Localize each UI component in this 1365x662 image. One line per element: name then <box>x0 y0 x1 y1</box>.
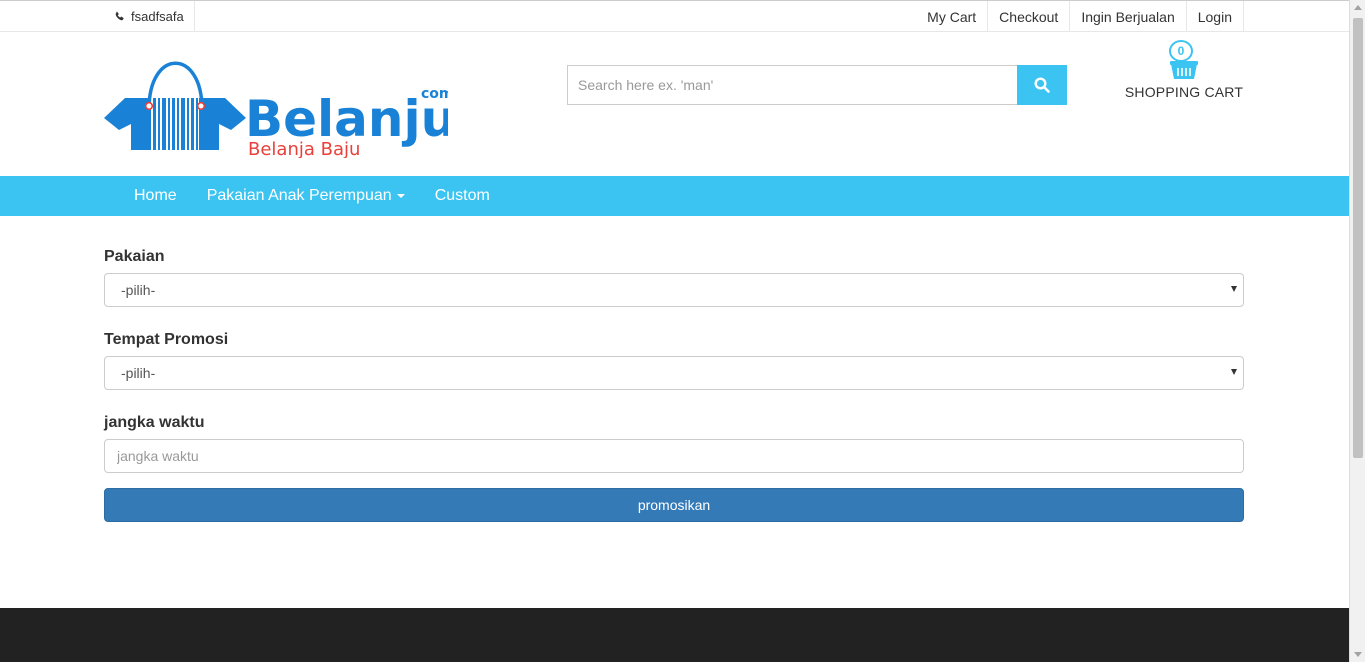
my-cart-link[interactable]: My Cart <box>916 1 987 32</box>
nav-item-custom[interactable]: Custom <box>420 176 505 216</box>
svg-text:com: com <box>421 86 448 102</box>
nav-home-label: Home <box>134 187 177 204</box>
vertical-scrollbar[interactable] <box>1349 0 1365 662</box>
pakaian-group: Pakaian -pilih- <box>104 246 1244 307</box>
cart-icon-wrap: 0 <box>1167 40 1201 82</box>
top-bar: fsadfsafa My Cart Checkout Ingin Berjual… <box>0 0 1349 32</box>
dropdown-arrow-icon <box>1231 369 1237 375</box>
jangka-waktu-input[interactable] <box>104 439 1244 473</box>
search-input[interactable] <box>567 65 1017 105</box>
dropdown-arrow-icon <box>1231 286 1237 292</box>
svg-text:Belanja Baju: Belanja Baju <box>248 139 360 158</box>
cart-count-badge: 0 <box>1169 40 1193 62</box>
scroll-down-arrow-icon[interactable] <box>1354 652 1362 657</box>
phone-icon <box>115 11 124 21</box>
nav-pakaian-label: Pakaian Anak Perempuan <box>206 187 392 204</box>
ingin-berjualan-link[interactable]: Ingin Berjualan <box>1069 1 1185 32</box>
phone-contact: fsadfsafa <box>104 1 195 32</box>
tempat-selected-value: -pilih- <box>121 365 156 381</box>
caret-down-icon <box>396 194 405 198</box>
search-button[interactable] <box>1017 65 1067 105</box>
promosikan-button[interactable]: promosikan <box>104 488 1244 522</box>
promotion-form: Pakaian -pilih- Tempat Promosi -pilih- j… <box>104 246 1244 522</box>
checkout-link[interactable]: Checkout <box>987 1 1069 32</box>
pakaian-select[interactable]: -pilih- <box>104 273 1244 307</box>
phone-number: fsadfsafa <box>131 9 184 24</box>
site-footer <box>0 608 1349 662</box>
search-icon <box>1034 77 1050 93</box>
login-link[interactable]: Login <box>1185 1 1244 32</box>
nav-custom-label: Custom <box>434 187 490 204</box>
jangka-waktu-label: jangka waktu <box>104 414 205 431</box>
site-logo[interactable]: Belanju com Belanja Baju <box>103 54 456 160</box>
tempat-promosi-select[interactable]: -pilih- <box>104 356 1244 390</box>
scroll-up-arrow-icon[interactable] <box>1354 5 1362 10</box>
scrollbar-thumb[interactable] <box>1353 18 1363 458</box>
pakaian-label: Pakaian <box>104 248 165 265</box>
nav-item-home[interactable]: Home <box>119 176 192 216</box>
site-header: Belanju com Belanja Baju 0 SHOPPIN <box>0 32 1349 176</box>
tempat-promosi-label: Tempat Promosi <box>104 331 229 348</box>
nav-item-pakaian-anak-perempuan[interactable]: Pakaian Anak Perempuan <box>192 176 420 216</box>
jangka-waktu-group: jangka waktu <box>104 412 1244 473</box>
pakaian-selected-value: -pilih- <box>121 282 156 298</box>
shopping-cart[interactable]: 0 SHOPPING CART <box>1120 40 1248 100</box>
tempat-promosi-group: Tempat Promosi -pilih- <box>104 329 1244 390</box>
search-bar <box>567 65 1067 105</box>
cart-label: SHOPPING CART <box>1124 84 1244 100</box>
top-links: My Cart Checkout Ingin Berjualan Login <box>916 1 1244 32</box>
main-nav: Home Pakaian Anak Perempuan Custom <box>0 176 1349 216</box>
